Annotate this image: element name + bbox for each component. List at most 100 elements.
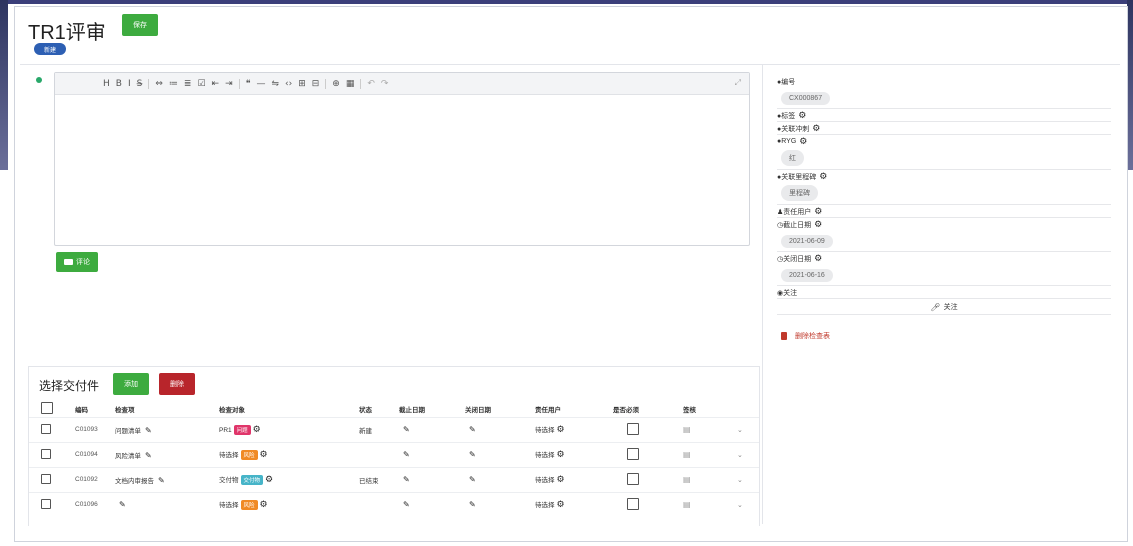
edit-due-date-icon[interactable]: ✎	[403, 475, 410, 484]
gear-icon[interactable]: ⚙	[557, 500, 565, 510]
row-target-cell: 待选择 风险 ⚙	[217, 441, 357, 467]
required-checkbox[interactable]	[627, 497, 639, 510]
row-checkbox[interactable]	[41, 423, 51, 434]
table-row: C01096 ✎ 待选择 风险 ⚙ ✎ ✎ 待选择 ⚙ ▤ ⌄	[29, 491, 759, 517]
delete-deliverable-button[interactable]: 删除	[159, 373, 195, 395]
horizontal-rule-icon[interactable]: —	[256, 79, 265, 89]
row-required-cell	[611, 466, 681, 492]
edit-close-date-icon[interactable]: ✎	[469, 475, 476, 484]
chevron-down-icon[interactable]: ⌄	[737, 451, 743, 459]
strikethrough-icon[interactable]: S̶	[137, 79, 143, 89]
edit-due-date-icon[interactable]: ✎	[403, 450, 410, 459]
outdent-icon[interactable]: ⇤	[212, 79, 220, 89]
fullscreen-icon[interactable]: ⤢	[735, 78, 741, 88]
row-checkbox[interactable]	[41, 498, 51, 509]
edit-close-date-icon[interactable]: ✎	[469, 500, 476, 509]
field-divider	[777, 204, 1111, 205]
sign-icon[interactable]: ▤	[683, 475, 691, 484]
row-select-cell	[29, 416, 73, 442]
row-owner-cell: 待选择 ⚙	[533, 491, 611, 517]
link-icon[interactable]: ⇔	[155, 79, 163, 89]
page-title: TR1评审	[28, 22, 106, 44]
required-checkbox[interactable]	[627, 472, 639, 485]
sign-icon[interactable]: ▤	[683, 425, 691, 434]
edit-icon[interactable]: ✎	[145, 451, 152, 460]
edit-close-date-icon[interactable]: ✎	[469, 450, 476, 459]
required-checkbox[interactable]	[627, 447, 639, 460]
row-code: C01092	[73, 466, 113, 492]
row-actions-cell: ⌄	[735, 416, 759, 442]
row-owner: 待选择	[535, 477, 555, 484]
heading-icon[interactable]: H	[103, 79, 110, 89]
gear-icon[interactable]: ⚙	[265, 475, 273, 485]
edit-close-date-icon[interactable]: ✎	[469, 425, 476, 434]
chevron-down-icon[interactable]: ⌄	[737, 476, 743, 484]
indent-icon[interactable]: ⇥	[225, 79, 233, 89]
edit-due-date-icon[interactable]: ✎	[403, 500, 410, 509]
chevron-down-icon[interactable]: ⌄	[737, 426, 743, 434]
sign-icon[interactable]: ▤	[683, 500, 691, 509]
gear-icon[interactable]: ⚙	[814, 220, 822, 230]
bullet-list-icon[interactable]: ≔	[169, 79, 178, 89]
undo-icon[interactable]: ↶	[367, 79, 375, 89]
comment-icon	[64, 259, 73, 265]
gear-icon[interactable]: ⚙	[253, 425, 261, 435]
gear-icon[interactable]: ⚙	[557, 450, 565, 460]
field-label-text: ●标签	[777, 112, 796, 120]
row-checkbox[interactable]	[41, 448, 51, 459]
redo-icon[interactable]: ↷	[381, 79, 389, 89]
sign-icon[interactable]: ▤	[683, 450, 691, 459]
save-button[interactable]: 保存	[122, 14, 158, 36]
row-item: 问题清单	[115, 427, 141, 435]
gear-icon[interactable]: ⚙	[799, 137, 807, 147]
quote-icon[interactable]: ❝	[246, 79, 251, 89]
gear-icon[interactable]: ⚙	[798, 111, 806, 121]
field-value[interactable]: 红	[781, 150, 804, 166]
table-icon[interactable]: ⊞	[298, 79, 306, 89]
table-remove-icon[interactable]: ⊟	[312, 79, 320, 89]
image-icon[interactable]: ⊕	[332, 79, 340, 89]
gear-icon[interactable]: ⚙	[260, 500, 268, 510]
gear-icon[interactable]: ⚙	[260, 450, 268, 460]
delete-checklist-link[interactable]: 删除检查表	[781, 331, 1111, 341]
chevron-down-icon[interactable]: ⌄	[737, 501, 743, 509]
gear-icon[interactable]: ⚙	[819, 172, 827, 182]
field-value[interactable]: 里程碑	[781, 185, 818, 201]
code-icon[interactable]: ⇋	[271, 79, 279, 89]
code-block-icon[interactable]: ‹›	[285, 79, 292, 89]
field-label-text: ●编号	[777, 78, 796, 86]
row-item: 文档内审报告	[115, 477, 154, 485]
task-list-icon[interactable]: ☑	[197, 79, 205, 89]
gear-icon[interactable]: ⚙	[814, 207, 822, 217]
comment-editor[interactable]: H B I S̶ ⇔ ≔ ≣ ☑ ⇤ ⇥ ❝ — ⇋ ‹› ⊞ ⊟ ⊕ ▦ ↶ ↷ ⤢	[54, 72, 750, 246]
field-label-text: ●RYG	[777, 138, 797, 145]
field-value[interactable]: CX000867	[781, 92, 831, 105]
row-target: 交付物	[219, 477, 239, 484]
field-divider	[777, 108, 1111, 109]
watch-button[interactable]: 🎤︎ 关注	[777, 300, 1111, 314]
editor-toolbar: H B I S̶ ⇔ ≔ ≣ ☑ ⇤ ⇥ ❝ — ⇋ ‹› ⊞ ⊟ ⊕ ▦ ↶ ↷ ⤢	[55, 73, 749, 95]
edit-icon[interactable]: ✎	[119, 500, 126, 509]
gear-icon[interactable]: ⚙	[557, 425, 565, 435]
italic-icon[interactable]: I	[128, 79, 131, 89]
status-badge: 新建	[34, 43, 66, 55]
gear-icon[interactable]: ⚙	[557, 475, 565, 485]
row-checkbox[interactable]	[41, 473, 51, 484]
field-value[interactable]: 2021-06-16	[781, 269, 833, 282]
gear-icon[interactable]: ⚙	[812, 124, 820, 134]
required-checkbox[interactable]	[627, 422, 639, 435]
gear-icon[interactable]: ⚙	[814, 254, 822, 264]
row-status: 已结束	[357, 466, 397, 492]
ordered-list-icon[interactable]: ≣	[184, 79, 192, 89]
row-owner-cell: 待选择 ⚙	[533, 466, 611, 492]
field-value[interactable]: 2021-06-09	[781, 235, 833, 248]
row-owner-cell: 待选择 ⚙	[533, 441, 611, 467]
edit-icon[interactable]: ✎	[145, 426, 152, 435]
bold-icon[interactable]: B	[116, 79, 122, 89]
edit-icon[interactable]: ✎	[158, 476, 165, 485]
add-deliverable-button[interactable]: 添加	[113, 373, 149, 395]
comment-button[interactable]: 评论	[56, 252, 98, 272]
media-icon[interactable]: ▦	[346, 79, 355, 89]
select-all-checkbox[interactable]	[41, 401, 53, 414]
edit-due-date-icon[interactable]: ✎	[403, 425, 410, 434]
